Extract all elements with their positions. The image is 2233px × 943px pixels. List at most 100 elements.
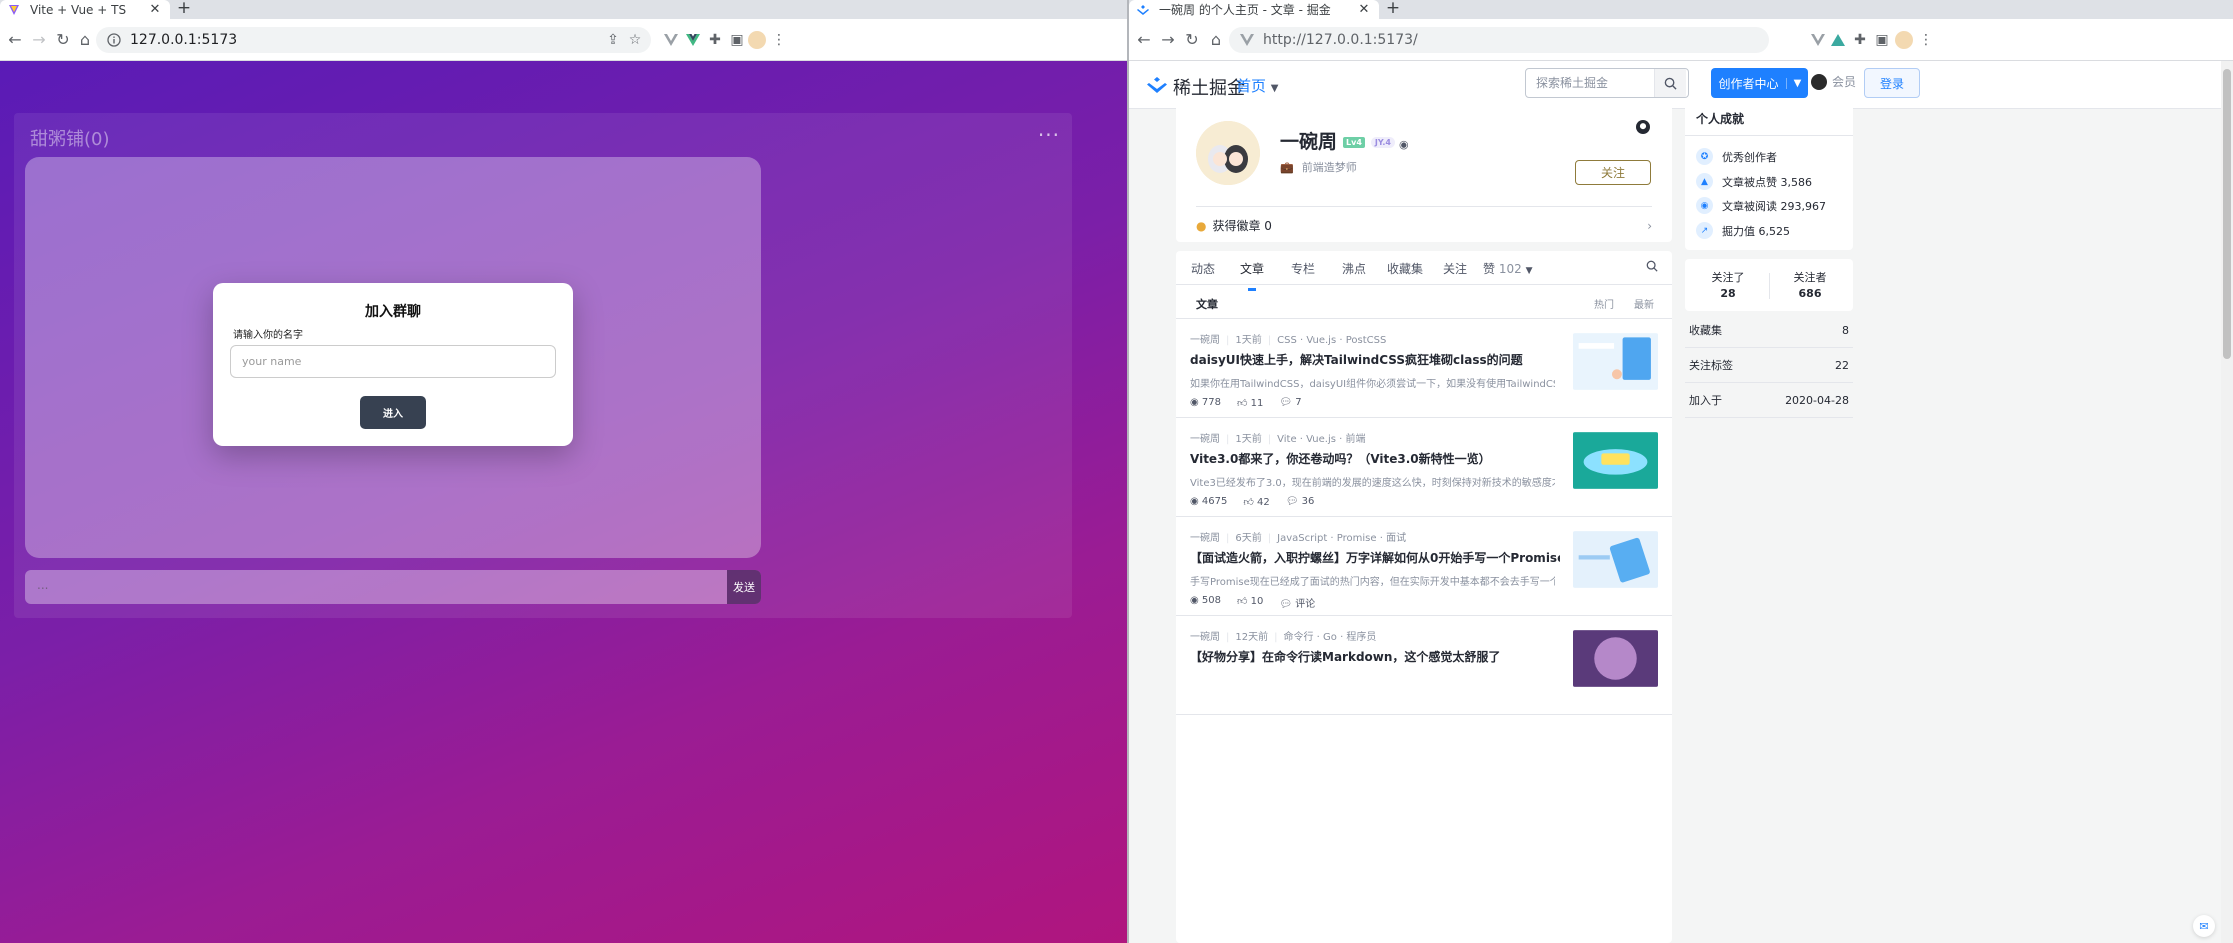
vue-devtools-icon[interactable] bbox=[684, 31, 702, 49]
search-box bbox=[1525, 68, 1689, 98]
tab-columns[interactable]: 专栏 bbox=[1291, 260, 1315, 277]
search-input[interactable] bbox=[1526, 76, 1654, 90]
profile-tabs: 动态 文章 专栏 沸点 收藏集 关注 赞 102 ▼ bbox=[1176, 251, 1672, 291]
tab-activity[interactable]: 动态 bbox=[1191, 260, 1215, 277]
sort-hot-link[interactable]: 热门 bbox=[1594, 296, 1614, 311]
chat-app-page: 甜粥铺(0) ··· ... 发送 加入群聊 请输入你的名字 进入 bbox=[0, 61, 1127, 943]
follow-button[interactable]: 关注 bbox=[1575, 160, 1651, 185]
forward-icon[interactable]: → bbox=[1157, 29, 1179, 51]
share-icon[interactable]: ⇪ bbox=[604, 31, 622, 49]
more-options-icon[interactable]: ··· bbox=[1038, 123, 1060, 147]
like-count[interactable]: 👍︎ 11 bbox=[1237, 397, 1263, 409]
reload-icon[interactable]: ↻ bbox=[52, 29, 74, 51]
tab-articles[interactable]: 文章 bbox=[1240, 260, 1264, 291]
article-title[interactable]: daisyUI快速上手，解决TailwindCSS疯狂堆砌class的问题 bbox=[1190, 351, 1560, 368]
side-panel-icon[interactable]: ▣ bbox=[728, 31, 746, 49]
article-thumbnail[interactable] bbox=[1573, 630, 1658, 687]
article-thumbnail[interactable] bbox=[1573, 531, 1658, 588]
article-title[interactable]: 【面试造火箭，入职拧螺丝】万字详解如何从0开始手写一个Promise bbox=[1190, 549, 1560, 566]
followers-stat[interactable]: 关注者 686 bbox=[1773, 269, 1847, 300]
tab-pins[interactable]: 沸点 bbox=[1342, 260, 1366, 277]
extensions-icon[interactable]: ✚ bbox=[1851, 31, 1869, 49]
message-input[interactable]: ... bbox=[37, 578, 48, 592]
chevron-down-icon: ▼ bbox=[1270, 83, 1279, 94]
kv-collections[interactable]: 收藏集 8 bbox=[1685, 313, 1853, 348]
sort-new-link[interactable]: 最新 bbox=[1634, 296, 1654, 311]
avatar[interactable] bbox=[1196, 121, 1260, 185]
side-panel-icon[interactable]: ▣ bbox=[1873, 31, 1891, 49]
enter-button[interactable]: 进入 bbox=[360, 396, 426, 429]
comment-icon: 💬︎ bbox=[1279, 397, 1296, 408]
new-tab-button[interactable]: + bbox=[1381, 0, 1405, 19]
article-thumbnail[interactable] bbox=[1573, 333, 1658, 390]
forward-icon[interactable]: → bbox=[28, 29, 50, 51]
follow-stats-card: 关注了 28 关注者 686 bbox=[1685, 259, 1853, 311]
back-icon[interactable]: ← bbox=[4, 29, 26, 51]
extensions-icon[interactable]: ✚ bbox=[706, 31, 724, 49]
profile-avatar-icon[interactable] bbox=[748, 31, 766, 49]
following-stat[interactable]: 关注了 28 bbox=[1691, 269, 1765, 300]
tab-collections[interactable]: 收藏集 bbox=[1387, 260, 1423, 277]
address-bar[interactable]: http://127.0.0.1:5173/ bbox=[1229, 27, 1769, 53]
address-bar[interactable]: 127.0.0.1:5173 ⇪ ☆ bbox=[96, 27, 651, 53]
page-scrollbar[interactable] bbox=[2221, 61, 2233, 943]
article-desc: Vite3已经发布了3.0，现在前端的发展的速度这么快，时刻保持对新技术的敏感度… bbox=[1190, 478, 1555, 489]
browser-menu-icon[interactable]: ⋮ bbox=[1917, 31, 1935, 49]
home-icon[interactable]: ⌂ bbox=[74, 29, 96, 51]
juejin-logo[interactable]: 稀土掘金 bbox=[1147, 74, 1245, 100]
article-title[interactable]: 【好物分享】在命令行读Markdown，这个感觉太舒服了 bbox=[1190, 648, 1560, 665]
help-chat-icon[interactable]: ✉ bbox=[2193, 915, 2215, 937]
tab-likes[interactable]: 赞 102 ▼ bbox=[1483, 260, 1533, 277]
extension-icon[interactable] bbox=[1829, 31, 1847, 49]
article-item[interactable]: 一碗周 | 1天前 | CSS · Vue.js · PostCSS daisyUI快速上… bbox=[1176, 319, 1672, 418]
name-input[interactable] bbox=[230, 345, 556, 378]
comment-count[interactable]: 💬︎ 7 bbox=[1279, 397, 1301, 409]
thumbs-up-icon: 👍︎ bbox=[1243, 497, 1257, 508]
comment-count[interactable]: 💬︎ 36 bbox=[1286, 496, 1315, 508]
modal-title: 加入群聊 bbox=[365, 304, 421, 320]
profile-avatar-icon[interactable] bbox=[1895, 31, 1913, 49]
vue-devtools-grey-icon[interactable] bbox=[662, 31, 680, 49]
comment-count[interactable]: 💬︎ 评论 bbox=[1279, 595, 1315, 610]
vue-devtools-grey-icon[interactable] bbox=[1809, 31, 1827, 49]
send-button[interactable]: 发送 bbox=[727, 570, 761, 604]
chevron-down-icon[interactable]: ▼ bbox=[1786, 77, 1808, 89]
tab-following[interactable]: 关注 bbox=[1443, 260, 1467, 277]
badges-row[interactable]: ● 获得徽章 0 › bbox=[1196, 206, 1652, 234]
creator-center-button[interactable]: 创作者中心 ▼ bbox=[1711, 68, 1808, 98]
like-count[interactable]: 👍︎ 42 bbox=[1243, 496, 1269, 508]
scrollbar-thumb[interactable] bbox=[2223, 69, 2231, 359]
browser-tab-vite[interactable]: Vite + Vue + TS ✕ bbox=[0, 0, 170, 19]
juejin-favicon-icon bbox=[1137, 4, 1149, 16]
like-count[interactable]: 👍︎ 10 bbox=[1237, 595, 1263, 610]
new-tab-button[interactable]: + bbox=[172, 0, 196, 19]
article-item[interactable]: 一碗周 | 6天前 | JavaScript · Promise · 面试 【面试造火箭，… bbox=[1176, 517, 1672, 616]
article-thumbnail[interactable] bbox=[1573, 432, 1658, 489]
divider bbox=[1769, 273, 1770, 299]
github-icon[interactable] bbox=[1636, 120, 1650, 138]
search-icon[interactable] bbox=[1654, 69, 1686, 97]
back-icon[interactable]: ← bbox=[1133, 29, 1155, 51]
article-item[interactable]: 一碗周 | 1天前 | Vite · Vue.js · 前端 Vite3.0都来了，你还卷… bbox=[1176, 418, 1672, 517]
info-icon bbox=[106, 32, 122, 48]
browser-menu-icon[interactable]: ⋮ bbox=[770, 31, 788, 49]
article-item[interactable]: 一碗周 | 12天前 | 命令行 · Go · 程序员 【好物分享】在命令行读Markdo… bbox=[1176, 616, 1672, 715]
home-icon[interactable]: ⌂ bbox=[1205, 29, 1227, 51]
trend-icon: ↗ bbox=[1696, 222, 1713, 239]
bookmark-star-icon[interactable]: ☆ bbox=[626, 31, 644, 49]
search-icon[interactable] bbox=[1646, 260, 1658, 276]
tab-title: 一碗周 的个人主页 - 文章 - 掘金 bbox=[1159, 3, 1331, 17]
kv-tags[interactable]: 关注标签 22 bbox=[1685, 348, 1853, 383]
close-tab-icon[interactable]: ✕ bbox=[1357, 2, 1371, 17]
vip-link[interactable]: 会员 bbox=[1811, 73, 1856, 90]
reload-icon[interactable]: ↻ bbox=[1181, 29, 1203, 51]
nav-home[interactable]: 首页 ▼ bbox=[1236, 75, 1279, 96]
browser-tab-juejin[interactable]: 一碗周 的个人主页 - 文章 - 掘金 ✕ bbox=[1129, 0, 1379, 19]
section-title: 文章 bbox=[1196, 298, 1218, 311]
achievement-item: ▲ 文章被点赞 3,586 bbox=[1696, 173, 1812, 190]
login-button[interactable]: 登录 bbox=[1864, 68, 1920, 98]
close-tab-icon[interactable]: ✕ bbox=[148, 2, 162, 17]
article-title[interactable]: Vite3.0都来了，你还卷动吗？（Vite3.0新特性一览） bbox=[1190, 450, 1560, 467]
vip-icon bbox=[1811, 73, 1827, 90]
achievements-title: 个人成就 bbox=[1696, 112, 1745, 126]
